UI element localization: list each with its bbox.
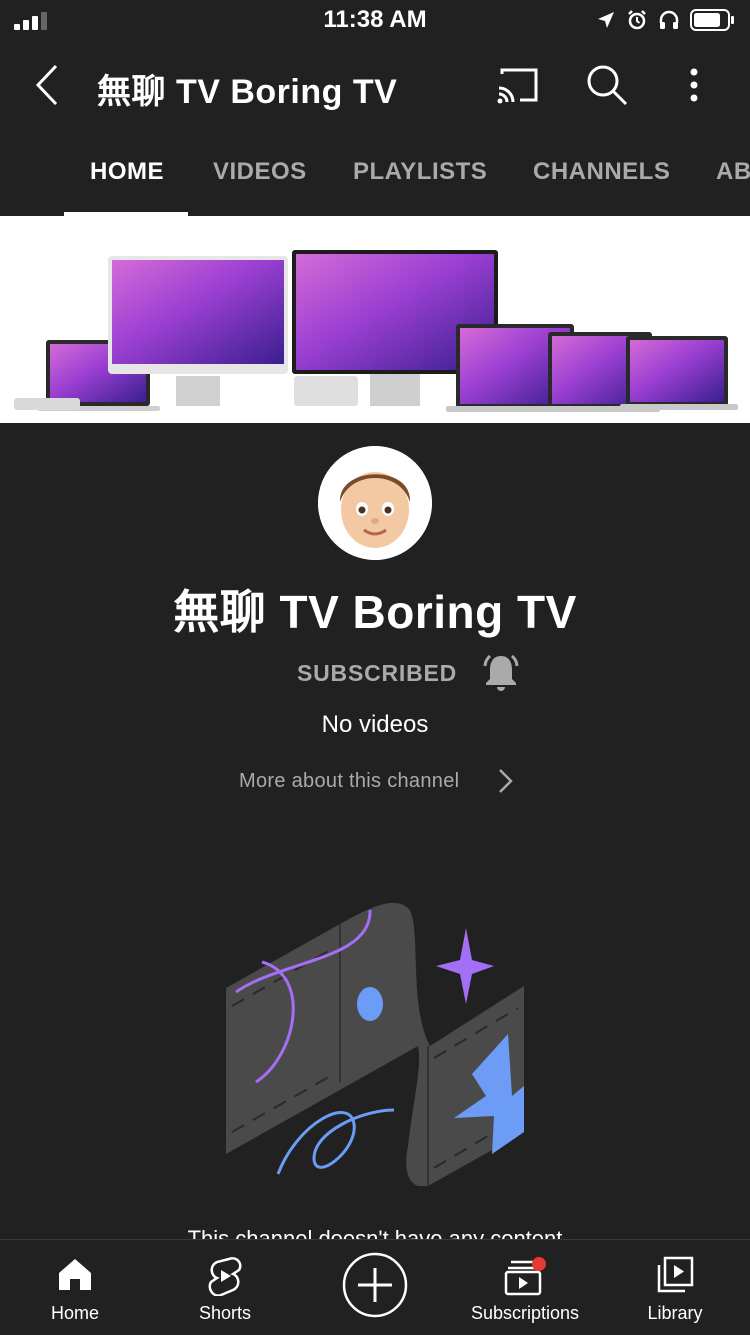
create-button[interactable]	[342, 1252, 408, 1318]
banner-image	[14, 250, 738, 412]
tab-about[interactable]: AB	[716, 158, 750, 186]
create-plus-icon	[342, 1252, 408, 1318]
channel-name: 無聊 TV Boring TV	[173, 586, 577, 638]
subscribed-button[interactable]: SUBSCRIBED	[297, 660, 457, 687]
empty-state-message: This channel doesn't have any content	[187, 1226, 563, 1240]
status-bar: 11:38 AM	[0, 0, 750, 40]
alarm-icon	[628, 10, 646, 30]
nav-shorts-label: Shorts	[198, 1303, 252, 1323]
status-icons	[596, 8, 736, 32]
channel-banner	[0, 216, 750, 423]
chevron-right-icon	[499, 769, 513, 793]
nav-subscriptions-label: Subscriptions	[470, 1303, 580, 1323]
cast-button[interactable]	[494, 64, 542, 108]
top-app-bar: 無聊 TV Boring TV	[0, 40, 750, 130]
more-options-button[interactable]	[676, 62, 712, 108]
empty-channel-illustration	[226, 903, 524, 1186]
search-icon	[587, 65, 628, 106]
nav-library[interactable]: Library	[600, 1240, 750, 1335]
back-button[interactable]	[30, 62, 70, 108]
bottom-navigation: Home Shorts Subscriptions Library	[0, 1239, 750, 1335]
nav-home[interactable]: Home	[0, 1240, 150, 1335]
chevron-left-icon	[35, 64, 58, 106]
subscription-row: SUBSCRIBED	[0, 650, 750, 694]
notification-dot	[532, 1257, 546, 1271]
more-about-label: More about this channel	[239, 770, 460, 792]
channel-tabs: HOME VIDEOS PLAYLISTS CHANNELS AB	[0, 130, 750, 216]
nav-home-label: Home	[50, 1303, 99, 1323]
tab-home[interactable]: HOME	[90, 158, 164, 186]
memoji-avatar-icon	[318, 446, 432, 560]
video-count: No videos	[321, 711, 429, 738]
nav-shorts[interactable]: Shorts	[150, 1240, 300, 1335]
tab-videos[interactable]: VIDEOS	[213, 158, 307, 186]
library-icon	[657, 1256, 694, 1293]
more-about-link[interactable]: More about this channel	[0, 764, 750, 798]
shorts-icon	[208, 1257, 242, 1296]
location-icon	[598, 12, 614, 28]
subscriptions-icon	[504, 1257, 546, 1296]
more-vert-icon	[690, 68, 698, 102]
tab-playlists[interactable]: PLAYLISTS	[353, 158, 487, 186]
bell-all-icon	[483, 654, 519, 691]
headphones-icon	[659, 10, 679, 29]
search-button[interactable]	[584, 62, 630, 108]
channel-title: 無聊 TV Boring TV	[97, 73, 398, 111]
cast-icon	[497, 68, 538, 104]
battery-icon	[690, 9, 734, 31]
notification-bell-button[interactable]	[478, 650, 524, 694]
nav-subscriptions[interactable]: Subscriptions	[450, 1240, 600, 1335]
home-icon	[59, 1259, 91, 1290]
nav-library-label: Library	[647, 1303, 703, 1323]
tab-channels[interactable]: CHANNELS	[533, 158, 670, 186]
channel-avatar[interactable]	[318, 446, 432, 560]
